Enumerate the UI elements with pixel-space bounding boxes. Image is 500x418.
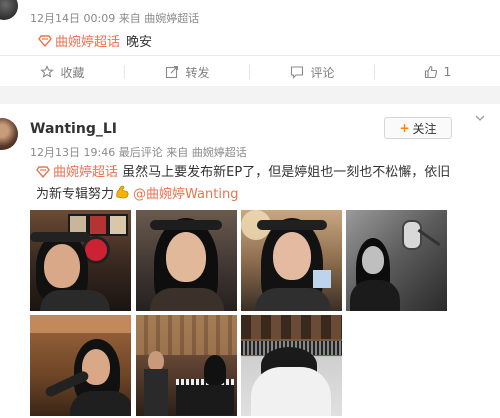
repost-label: 转发 bbox=[185, 65, 210, 80]
comment-label: 评论 bbox=[310, 65, 335, 80]
post-timestamp[interactable]: 12月13日 19:46 bbox=[30, 146, 115, 159]
post-card-1: 12月14日 00:09 来自 曲婉婷超话 曲婉婷超话 晚安 收藏 转发 评论 … bbox=[0, 0, 500, 86]
source-prefix: 来自 bbox=[118, 12, 141, 25]
supertopic-label: 曲婉婷超话 bbox=[53, 165, 119, 180]
share-icon bbox=[165, 65, 179, 79]
photo-thumbnail[interactable] bbox=[136, 315, 237, 416]
comment-icon bbox=[290, 65, 304, 79]
photo-thumbnail[interactable] bbox=[346, 210, 447, 311]
username[interactable]: Wanting_LI bbox=[30, 121, 117, 137]
photo-thumbnail[interactable] bbox=[30, 315, 131, 416]
chevron-down-icon[interactable] bbox=[474, 112, 486, 124]
favorite-label: 收藏 bbox=[60, 65, 85, 80]
follow-button[interactable]: + 关注 bbox=[384, 117, 452, 139]
supertopic-link[interactable]: 曲婉婷超话 bbox=[38, 31, 120, 50]
thumbs-up-icon bbox=[424, 65, 438, 79]
post-card-2: Wanting_LI 12月13日 19:46 最后评论 来自 曲婉婷超话 + … bbox=[0, 104, 500, 418]
photo-thumbnail[interactable] bbox=[30, 210, 131, 311]
action-bar: 收藏 转发 评论 1 bbox=[0, 55, 500, 88]
photo-thumbnail[interactable] bbox=[241, 210, 342, 311]
post-text: 曲婉婷超话 虽然马上要发布新EP了，但是婷姐也一刻也不松懈，依旧为新专辑努力 @… bbox=[36, 162, 456, 206]
source-prefix: 来自 bbox=[166, 146, 189, 159]
plus-icon: + bbox=[399, 121, 410, 135]
supertopic-diamond-icon bbox=[36, 166, 50, 178]
mention-link[interactable]: @曲婉婷Wanting bbox=[133, 187, 238, 202]
muscle-emoji-icon bbox=[116, 185, 129, 199]
post-text: 曲婉婷超话 晚安 bbox=[38, 31, 152, 50]
star-icon bbox=[40, 65, 55, 79]
follow-label: 关注 bbox=[412, 121, 437, 136]
photo-thumbnail[interactable] bbox=[241, 315, 342, 416]
supertopic-label: 曲婉婷超话 bbox=[55, 35, 121, 50]
supertopic-diamond-icon bbox=[38, 34, 52, 47]
post-meta: 12月13日 19:46 最后评论 来自 曲婉婷超话 bbox=[30, 144, 247, 160]
supertopic-link[interactable]: 曲婉婷超话 bbox=[36, 165, 122, 180]
like-count: 1 bbox=[443, 65, 452, 79]
last-comment-label: 最后评论 bbox=[118, 146, 163, 159]
avatar[interactable] bbox=[0, 118, 18, 150]
post-body: 晚安 bbox=[126, 35, 153, 50]
post-source[interactable]: 曲婉婷超话 bbox=[192, 146, 247, 159]
comment-button[interactable]: 评论 bbox=[250, 56, 375, 88]
post-meta: 12月14日 00:09 来自 曲婉婷超话 bbox=[30, 10, 199, 26]
post-source[interactable]: 曲婉婷超话 bbox=[144, 12, 199, 25]
like-button[interactable]: 1 bbox=[375, 56, 500, 88]
avatar[interactable] bbox=[0, 0, 18, 20]
photo-thumbnail[interactable] bbox=[136, 210, 237, 311]
favorite-button[interactable]: 收藏 bbox=[0, 56, 125, 88]
post-timestamp[interactable]: 12月14日 00:09 bbox=[30, 12, 115, 25]
repost-button[interactable]: 转发 bbox=[125, 56, 250, 88]
